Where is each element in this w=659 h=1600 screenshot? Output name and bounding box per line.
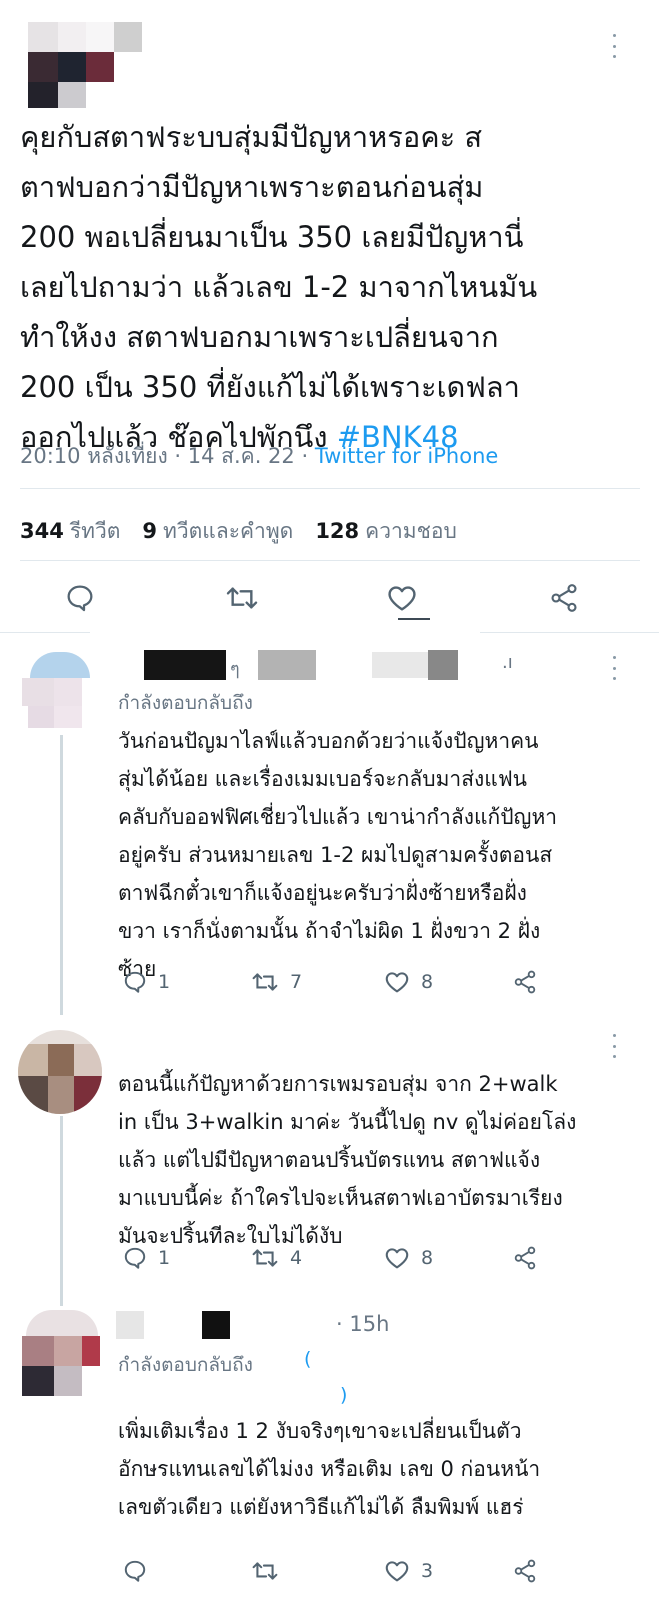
replying-to-label: กำลังตอบกลับถึง [118, 692, 253, 714]
like-count: 8 [421, 971, 434, 993]
reply-avatar[interactable] [22, 652, 102, 732]
tweet-text-line: เลยไปถามว่า แล้วเลข 1-2 มาจากไหนมัน [20, 270, 538, 304]
reply-author-handle[interactable] [202, 1311, 230, 1339]
retweet-icon[interactable] [224, 582, 260, 614]
replying-to-label: กำลังตอบกลับถึง [118, 1354, 253, 1376]
share-icon[interactable] [548, 582, 580, 614]
tweet-stats: 344 รีทวีต 9 ทวีตและคำพูด 128 ความชอบ [20, 515, 457, 548]
reply-avatar[interactable] [18, 1030, 102, 1114]
reply-author-name[interactable] [144, 650, 226, 680]
comment-icon[interactable] [64, 582, 96, 614]
reply-button[interactable]: 1 [122, 967, 170, 997]
reply-author-name[interactable] [116, 1311, 144, 1339]
share-button[interactable] [512, 967, 538, 997]
like-icon [385, 1248, 409, 1269]
reply-text: ตอนนี้แก้ปัญหาด้วยการเพมรอบสุ่ม จาก 2+wa… [118, 1072, 577, 1248]
comment-icon [124, 971, 146, 993]
more-options-icon[interactable] [611, 1034, 617, 1058]
reply-author-fragment: .ı [502, 652, 513, 673]
divider [20, 488, 640, 489]
like-count: 3 [421, 1560, 434, 1582]
divider [20, 560, 640, 561]
retweet-icon [252, 1562, 278, 1580]
like-button[interactable]: 8 [383, 967, 433, 997]
retweets-stat[interactable]: 344 รีทวีต [20, 515, 120, 548]
thread-line [60, 1116, 63, 1306]
retweet-button[interactable]: 4 [250, 1243, 302, 1273]
like-button[interactable]: 3 [383, 1556, 433, 1586]
tweet-timestamp[interactable]: 20:10 หลังเที่ยง · 14 ส.ค. 22 · [20, 444, 315, 468]
retweet-count: 7 [290, 971, 303, 993]
comment-icon [124, 1560, 146, 1582]
thread-line [60, 735, 63, 1015]
likes-stat[interactable]: 128 ความชอบ [315, 515, 457, 548]
reply-author-blur [372, 652, 428, 678]
retweet-button[interactable]: 7 [250, 967, 302, 997]
reply-count: 1 [158, 971, 171, 993]
reply-avatar[interactable] [22, 1310, 102, 1396]
like-button[interactable]: 8 [383, 1243, 433, 1273]
reply-timestamp[interactable]: · 15h [336, 1312, 389, 1336]
share-icon [514, 1246, 536, 1270]
tweet-text: คุยกับสตาฟระบบสุ่มมีปัญหาหรอคะ ส ตาฟบอกว… [20, 112, 640, 462]
retweet-count: 4 [290, 1247, 303, 1269]
author-avatar[interactable] [28, 22, 144, 110]
reply-text: เพิ่มเติมเรื่อง 1 2 งับจริงๆเขาจะเปลี่ยน… [118, 1419, 541, 1519]
tweet-text-line: 200 เป็น 350 ที่ยังแก้ไม่ได้เพราะเดฟลา [20, 370, 520, 404]
reply-actions: 1 7 8 [118, 967, 638, 997]
quotes-stat[interactable]: 9 ทวีตและคำพูด [142, 515, 293, 548]
tweet-actions [0, 578, 659, 622]
reply-author-blur [428, 650, 458, 680]
share-icon [514, 970, 536, 994]
comment-icon [124, 1247, 146, 1269]
tweet-text-line: คุยกับสตาฟระบบสุ่มมีปัญหาหรอคะ ส [20, 120, 483, 154]
like-icon [385, 1561, 409, 1582]
reply-actions: 1 4 8 [118, 1243, 638, 1273]
like-count: 8 [421, 1247, 434, 1269]
more-options-icon[interactable] [611, 34, 617, 58]
tweet-meta: 20:10 หลังเที่ยง · 14 ส.ค. 22 · Twitter … [20, 440, 498, 473]
share-icon [514, 1559, 536, 1583]
redaction-overlay [90, 620, 480, 650]
retweet-button[interactable] [250, 1556, 290, 1586]
reply-text: วันก่อนปัญมาไลฟ์แล้วบอกด้วยว่าแจ้งปัญหาค… [118, 729, 558, 981]
retweet-icon [252, 973, 278, 991]
reply-author-handle[interactable] [258, 650, 316, 680]
reply-count: 1 [158, 1247, 171, 1269]
reply-author-name[interactable] [118, 1034, 518, 1064]
reply-author-fragment: ๆ [230, 659, 240, 680]
tweet-text-line: ทำให้งง สตาฟบอกมาเพราะเปลี่ยนจาก [20, 320, 499, 354]
replying-to-handle[interactable]: ) [340, 1384, 347, 1406]
reply-button[interactable] [122, 1556, 158, 1586]
share-button[interactable] [512, 1243, 538, 1273]
replying-to-handle[interactable]: ( [304, 1348, 311, 1370]
more-options-icon[interactable] [611, 656, 617, 680]
like-icon [385, 972, 409, 993]
tweet-source-link[interactable]: Twitter for iPhone [315, 444, 499, 468]
share-button[interactable] [512, 1556, 538, 1586]
like-icon[interactable] [385, 581, 419, 615]
retweet-icon [252, 1249, 278, 1267]
tweet-text-line: ตาฟบอกว่ามีปัญหาเพราะตอนก่อนสุ่ม [20, 170, 484, 204]
reply-button[interactable]: 1 [122, 1243, 170, 1273]
reply-actions: 3 [118, 1556, 638, 1586]
tweet-text-line: 200 พอเปลี่ยนมาเป็น 350 เลยมีปัญหานี่ [20, 220, 524, 254]
